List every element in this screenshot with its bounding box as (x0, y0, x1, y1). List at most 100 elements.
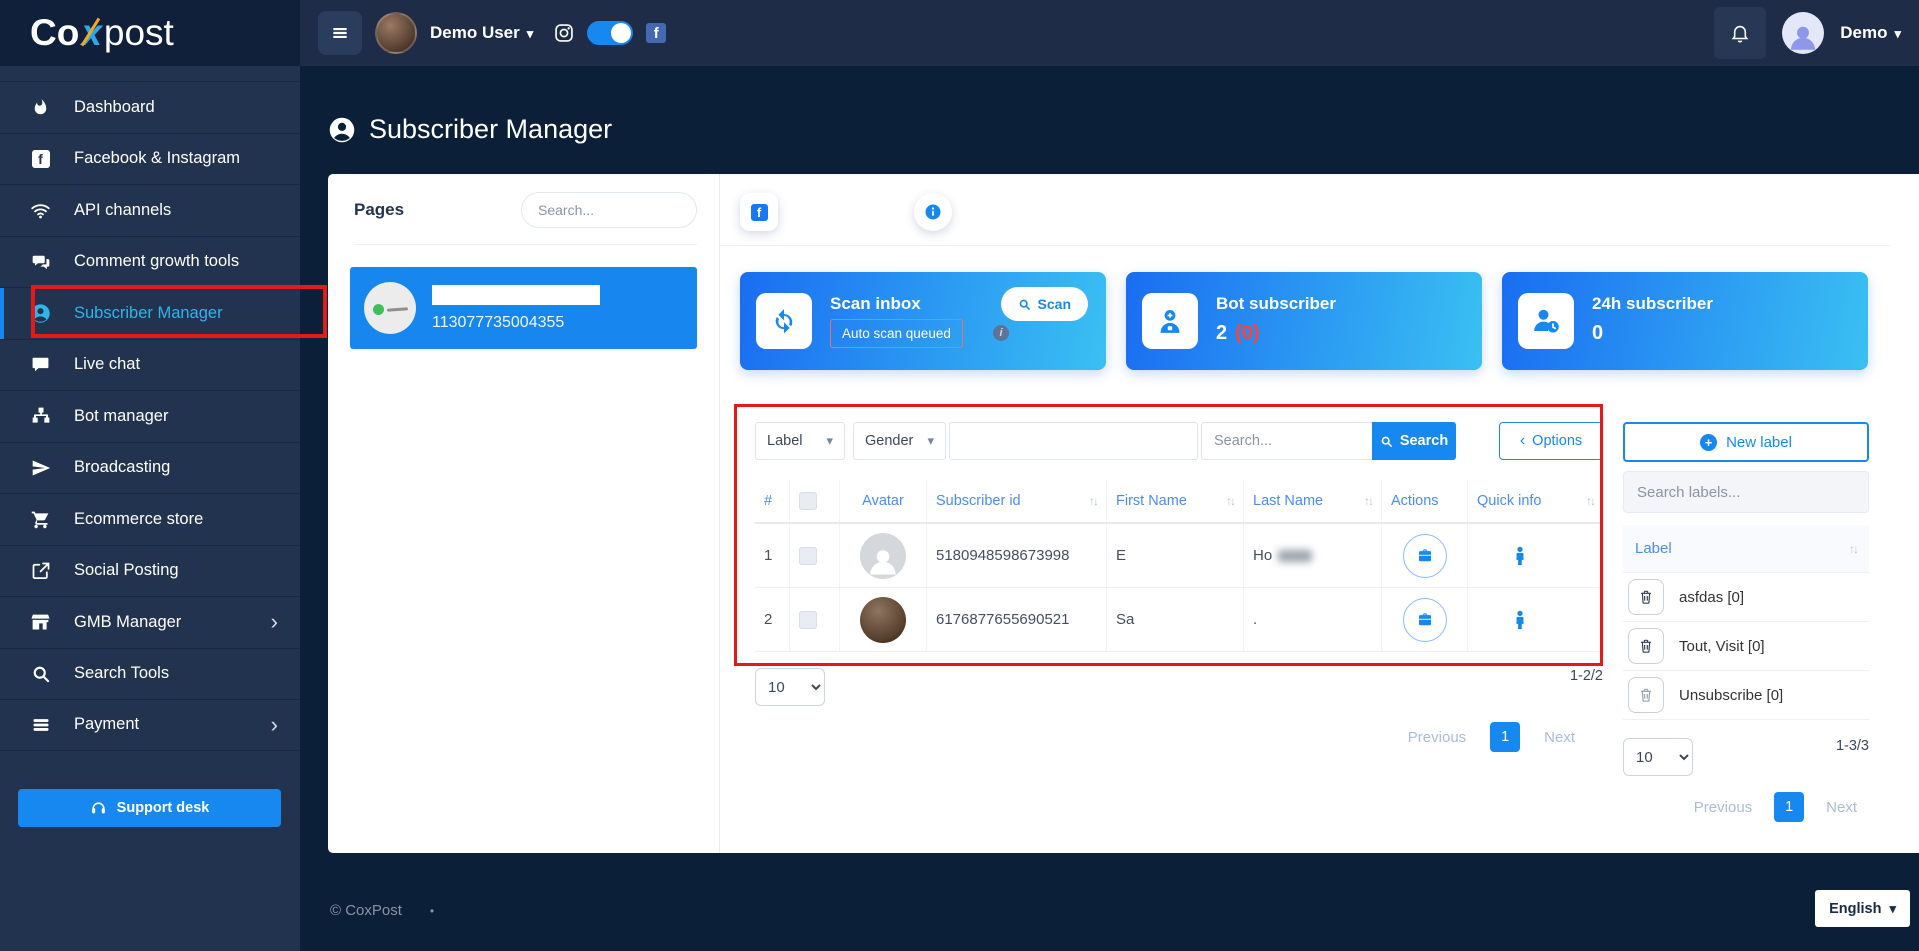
topbar-right-group: Demo (1714, 7, 1919, 59)
filter-value-input[interactable] (949, 422, 1198, 460)
person-icon[interactable] (1509, 545, 1531, 567)
table-footer: 10 1-2/2 (755, 668, 1603, 706)
user-menu[interactable]: Demo User (430, 23, 533, 43)
account-avatar[interactable] (1782, 12, 1824, 54)
delete-label-button[interactable] (1628, 579, 1664, 615)
sidebar-toggle-button[interactable] (318, 11, 362, 55)
topbar-left-group: Demo User f (318, 11, 666, 55)
copyright-text: © CoxPost (330, 902, 402, 919)
labels-page-size-select[interactable]: 10 (1623, 738, 1693, 776)
support-desk-button[interactable]: Support desk (18, 789, 281, 827)
cart-icon (30, 509, 51, 530)
previous-page-button[interactable]: Previous (1694, 799, 1752, 816)
account-menu[interactable]: Demo (1840, 23, 1901, 43)
sidebar-item-live-chat[interactable]: Live chat (0, 339, 300, 391)
sort-icon[interactable] (1586, 494, 1594, 508)
labels-search-input[interactable] (1623, 471, 1869, 513)
scan-button[interactable]: Scan (1001, 287, 1088, 321)
language-button[interactable]: English (1815, 890, 1910, 927)
label-filter-dropdown[interactable]: Label (755, 422, 845, 460)
page-size-select[interactable]: 10 (755, 668, 825, 706)
notifications-button[interactable] (1714, 7, 1766, 59)
header-quick-info[interactable]: Quick info (1467, 480, 1603, 522)
header-subscriber-id[interactable]: Subscriber id (926, 480, 1106, 522)
sidebar-item-facebook-instagram[interactable]: f Facebook & Instagram (0, 133, 300, 185)
sort-icon[interactable] (1364, 494, 1372, 508)
options-button[interactable]: Options (1499, 422, 1603, 460)
subscriber-avatar (860, 597, 906, 643)
sidebar-item-label: Dashboard (74, 98, 155, 117)
table-search-input[interactable] (1201, 422, 1372, 460)
sidebar-item-gmb-manager[interactable]: GMB Manager (0, 596, 300, 648)
selected-page-item[interactable]: 113077735004355 (350, 267, 697, 349)
label-name: Tout, Visit [0] (1679, 638, 1765, 655)
subscriber-table-block: Label Gender Search Options # (755, 422, 1603, 752)
page-name-redacted (432, 285, 600, 305)
sort-icon[interactable] (1226, 494, 1234, 508)
sidebar-item-label: Ecommerce store (74, 510, 203, 529)
subscriber-table: # Avatar Subscriber id First Name Last N… (755, 480, 1603, 652)
row-index: 2 (755, 588, 789, 651)
next-page-button[interactable]: Next (1826, 799, 1857, 816)
search-button[interactable]: Search (1372, 422, 1456, 460)
facebook-icon: f (30, 148, 51, 169)
info-icon[interactable]: i (993, 325, 1009, 341)
header-last-name[interactable]: Last Name (1243, 480, 1381, 522)
share-icon (30, 560, 51, 581)
select-all-checkbox[interactable] (799, 492, 817, 510)
last-name: . (1243, 588, 1381, 651)
user-avatar[interactable] (375, 12, 417, 54)
labels-footer: 10 1-3/3 (1623, 738, 1869, 776)
caret-left-icon (1520, 432, 1525, 450)
sidebar-item-payment[interactable]: Payment (0, 699, 300, 751)
card-title: Bot subscriber (1216, 294, 1336, 314)
channel-toggle[interactable] (587, 21, 633, 45)
row-checkbox[interactable] (799, 611, 817, 629)
bell-icon (1729, 22, 1751, 44)
quick-info-cell (1467, 588, 1603, 651)
pages-search-input[interactable] (521, 192, 697, 228)
sidebar-item-broadcasting[interactable]: Broadcasting (0, 442, 300, 494)
sidebar-item-dashboard[interactable]: Dashboard (0, 81, 300, 133)
sidebar-item-ecommerce-store[interactable]: Ecommerce store (0, 493, 300, 545)
current-page-button[interactable]: 1 (1490, 722, 1520, 752)
sidebar-item-subscriber-manager[interactable]: Subscriber Manager (0, 287, 300, 339)
delete-label-button[interactable] (1628, 628, 1664, 664)
sort-icon[interactable] (1849, 542, 1857, 556)
pages-panel: Pages 113077735004355 (328, 174, 720, 853)
person-icon[interactable] (1509, 609, 1531, 631)
page-id: 113077735004355 (432, 314, 600, 332)
header-avatar[interactable]: Avatar (839, 480, 926, 522)
sort-icon[interactable] (1089, 494, 1097, 508)
sidebar-item-search-tools[interactable]: Search Tools (0, 648, 300, 700)
sidebar-item-label: Social Posting (74, 561, 179, 580)
header-checkbox-cell (789, 480, 839, 522)
gender-filter-dropdown[interactable]: Gender (853, 422, 946, 460)
header-index[interactable]: # (755, 480, 789, 522)
headset-icon (90, 800, 107, 817)
tab-info[interactable] (914, 193, 952, 231)
sidebar-item-label: Broadcasting (74, 458, 170, 477)
sidebar-item-api-channels[interactable]: API channels (0, 184, 300, 236)
row-checkbox[interactable] (799, 547, 817, 565)
header-first-name[interactable]: First Name (1106, 480, 1243, 522)
sidebar-item-comment-growth-tools[interactable]: Comment growth tools (0, 236, 300, 288)
quick-info-cell (1467, 524, 1603, 587)
table-pagination: Previous 1 Next (755, 722, 1603, 752)
bot-subscriber-card: Bot subscriber 2(0) (1126, 272, 1482, 370)
sidebar-item-social-posting[interactable]: Social Posting (0, 545, 300, 597)
next-page-button[interactable]: Next (1544, 729, 1575, 746)
labels-column-header[interactable]: Label (1623, 525, 1869, 573)
actions-cell (1381, 524, 1467, 587)
user-menu-label: Demo User (430, 23, 520, 43)
card-title: 24h subscriber (1592, 294, 1713, 314)
previous-page-button[interactable]: Previous (1408, 729, 1466, 746)
sidebar-item-bot-manager[interactable]: Bot manager (0, 390, 300, 442)
subscriber-actions-button[interactable] (1403, 598, 1447, 642)
subscriber-actions-button[interactable] (1403, 534, 1447, 578)
delete-label-button[interactable] (1628, 677, 1664, 713)
new-label-button[interactable]: + New label (1623, 422, 1869, 462)
current-page-button[interactable]: 1 (1774, 792, 1804, 822)
tab-facebook[interactable]: f (740, 193, 778, 231)
plus-circle-icon: + (1700, 434, 1717, 451)
